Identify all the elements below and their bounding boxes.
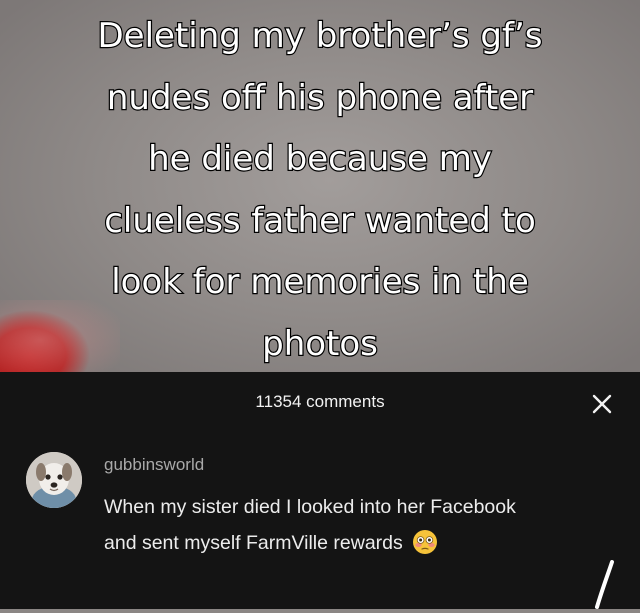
caption-line: nudes off his phone after <box>106 76 535 118</box>
avatar[interactable] <box>26 452 82 508</box>
caption-line: clueless father wanted to <box>103 199 537 241</box>
meme-caption: Deleting my brother’s gf’s nudes off his… <box>20 6 620 375</box>
flushed-face-icon <box>412 529 438 555</box>
caption-line: photos <box>261 322 379 364</box>
comments-sheet: 11354 comments gubbinsworld When my sist… <box>0 372 640 609</box>
caption-line: he died because my <box>147 138 493 180</box>
caption-line: Deleting my brother’s gf’s <box>96 15 543 57</box>
caption-line: look for memories in the <box>110 261 530 303</box>
close-icon[interactable] <box>590 392 614 416</box>
comment-count: 11354 comments <box>255 392 385 411</box>
dog-avatar-icon <box>26 452 82 508</box>
drawn-stroke <box>588 560 618 609</box>
comment-text: When my sister died I looked into her Fa… <box>104 496 516 554</box>
comment-text-block: When my sister died I looked into her Fa… <box>104 489 544 561</box>
comment-username[interactable]: gubbinsworld <box>104 455 204 475</box>
